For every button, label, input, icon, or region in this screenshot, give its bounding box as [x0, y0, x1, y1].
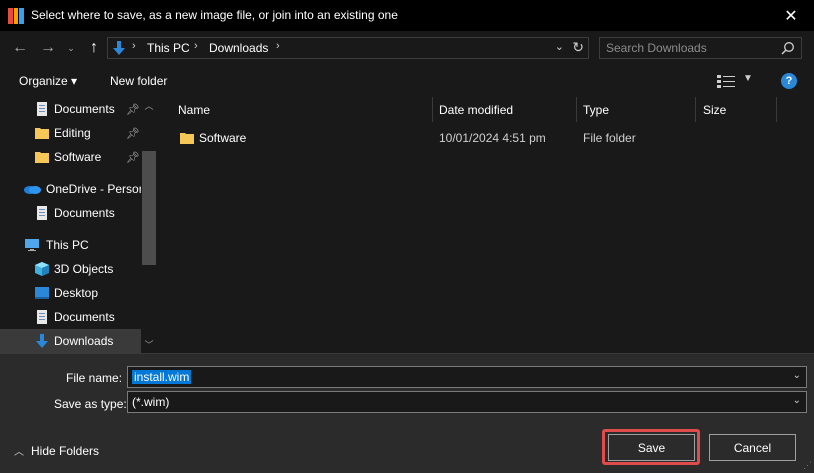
document-icon: [37, 310, 47, 324]
nav-item-documents-pinned[interactable]: Documents 📌︎: [0, 97, 141, 121]
nav-item-pc-documents[interactable]: Documents: [0, 305, 141, 329]
chevron-up-icon: ︿: [14, 447, 24, 458]
close-button[interactable]: ✕: [768, 0, 814, 31]
desktop-icon: [35, 287, 49, 299]
nav-item-label: Documents: [54, 310, 115, 324]
nav-item-label: 3D Objects: [54, 262, 114, 276]
nav-item-label: Documents: [54, 102, 115, 116]
recent-locations-chevron-icon[interactable]: ⌄: [64, 37, 78, 59]
document-icon: [37, 206, 47, 220]
nav-item-software[interactable]: Software 📌︎: [0, 145, 141, 169]
new-folder-button[interactable]: New folder: [110, 74, 167, 88]
organize-button[interactable]: Organize ▾: [19, 74, 77, 88]
search-box[interactable]: [599, 37, 802, 59]
nav-item-label: Editing: [54, 126, 91, 140]
back-arrow-icon[interactable]: ←: [10, 37, 30, 59]
breadcrumb-separator: ›: [194, 40, 198, 52]
hide-folders-button[interactable]: ︿ Hide Folders: [14, 443, 100, 459]
column-header-size[interactable]: Size: [703, 97, 726, 122]
save-as-type-label: Save as type:: [54, 397, 127, 411]
folder-icon: [35, 128, 49, 139]
breadcrumb-this-pc[interactable]: This PC: [147, 41, 190, 55]
nav-item-this-pc[interactable]: This PC: [0, 233, 141, 257]
command-toolbar: Organize ▾ New folder: [0, 65, 814, 97]
folder-icon: [35, 152, 49, 163]
title-bar: Select where to save, as a new image fil…: [0, 0, 814, 31]
filename-chevron-down-icon[interactable]: ⌄: [793, 370, 801, 381]
file-list: Name Date modified Type Size Software 10…: [157, 97, 814, 353]
nav-item-3d-objects[interactable]: 3D Objects: [0, 257, 141, 281]
resize-grip-icon[interactable]: ⋰: [803, 460, 812, 471]
search-input[interactable]: [606, 40, 776, 56]
forward-arrow-icon[interactable]: →: [38, 37, 58, 59]
column-divider[interactable]: [776, 97, 777, 122]
filename-field[interactable]: install.wim ⌄: [127, 366, 807, 388]
breadcrumb-downloads[interactable]: Downloads: [209, 41, 268, 55]
nav-item-label: Downloads: [54, 334, 114, 348]
refresh-icon[interactable]: ↻: [572, 39, 584, 56]
save-as-type-chevron-down-icon[interactable]: ⌄: [793, 395, 801, 406]
nav-item-editing[interactable]: Editing 📌︎: [0, 121, 141, 145]
breadcrumb-separator: ›: [132, 40, 136, 52]
pin-icon: 📌︎: [126, 151, 140, 164]
navigation-pane: Documents 📌︎ Editing 📌︎ Software 📌︎ OneD…: [0, 97, 157, 353]
table-row[interactable]: Software 10/01/2024 4:51 pm File folder: [171, 127, 791, 149]
view-chevron-down-icon[interactable]: ▼: [743, 73, 753, 84]
column-divider[interactable]: [432, 97, 433, 122]
pin-icon: 📌︎: [126, 103, 140, 116]
nav-item-downloads[interactable]: Downloads: [0, 329, 141, 353]
file-date: 10/01/2024 4:51 pm: [439, 131, 546, 145]
up-arrow-icon[interactable]: ↑: [84, 37, 104, 59]
download-arrow-icon: [113, 41, 125, 55]
search-icon[interactable]: [781, 41, 795, 55]
computer-icon: [25, 239, 39, 251]
pin-icon: 📌︎: [126, 127, 140, 140]
nav-item-label: Documents: [54, 206, 115, 220]
filename-label: File name:: [66, 371, 123, 385]
nav-item-label: Desktop: [54, 286, 99, 300]
onedrive-cloud-icon: [24, 186, 41, 194]
nav-item-label: This PC: [46, 238, 89, 252]
column-header-type[interactable]: Type: [583, 97, 609, 122]
navpane-scrollbar[interactable]: ︿ ﹀: [141, 97, 157, 353]
help-icon[interactable]: ?: [781, 73, 797, 89]
filename-value[interactable]: install.wim: [132, 370, 192, 384]
nav-item-label: OneDrive - Persor: [46, 182, 143, 196]
nav-item-label: Software: [54, 150, 102, 164]
save-as-type-value: (*.wim): [132, 395, 170, 409]
scroll-up-chevron-icon[interactable]: ︿: [141, 97, 157, 114]
address-history-chevron-icon[interactable]: ⌄: [555, 40, 564, 53]
save-button[interactable]: Save: [608, 434, 695, 461]
file-type: File folder: [583, 131, 636, 145]
cube-icon: [35, 262, 49, 276]
nav-item-onedrive[interactable]: OneDrive - Persor: [0, 177, 143, 201]
cancel-button[interactable]: Cancel: [709, 434, 796, 461]
nav-item-desktop[interactable]: Desktop: [0, 281, 141, 305]
hide-folders-label: Hide Folders: [31, 443, 100, 458]
column-header-date[interactable]: Date modified: [439, 97, 513, 122]
app-color-grid-icon: [8, 8, 24, 24]
column-header-name[interactable]: Name: [178, 97, 210, 122]
save-as-type-select[interactable]: (*.wim) ⌄: [127, 391, 807, 413]
column-divider[interactable]: [576, 97, 577, 122]
column-divider[interactable]: [695, 97, 696, 122]
document-icon: [37, 102, 47, 116]
folder-icon: [180, 133, 194, 144]
window-title: Select where to save, as a new image fil…: [31, 8, 398, 22]
scroll-thumb[interactable]: [142, 151, 156, 265]
nav-item-onedrive-documents[interactable]: Documents: [0, 201, 141, 225]
file-name: Software: [199, 131, 247, 145]
breadcrumb-separator: ›: [276, 40, 280, 52]
scroll-down-chevron-icon[interactable]: ﹀: [141, 336, 157, 353]
address-bar[interactable]: › This PC › Downloads › ⌄ ↻: [107, 37, 589, 59]
view-options-icon[interactable]: [717, 74, 737, 88]
download-arrow-icon: [36, 334, 48, 348]
